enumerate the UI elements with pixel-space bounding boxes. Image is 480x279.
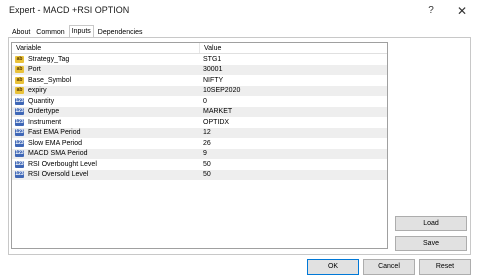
value-cell[interactable]: OPTIDX — [199, 119, 387, 126]
variable-name: Fast EMA Period — [28, 129, 81, 137]
cancel-button[interactable]: Cancel — [363, 259, 415, 275]
variable-name: Strategy_Tag — [28, 55, 70, 63]
numeric-type-icon: 123 — [15, 139, 24, 147]
variable-name: Port — [28, 66, 41, 74]
variable-name: expiry — [28, 87, 47, 95]
table-row[interactable]: 123 Slow EMA Period 26 — [12, 138, 387, 149]
table-row[interactable]: ab Port 30001 — [12, 64, 387, 75]
string-type-icon: ab — [15, 76, 24, 84]
numeric-type-icon: 123 — [15, 160, 24, 168]
numeric-type-icon: 123 — [15, 97, 24, 105]
numeric-type-icon: 123 — [15, 129, 24, 137]
column-header-variable[interactable]: Variable — [12, 43, 199, 53]
variable-cell: ab Base_Symbol — [12, 76, 199, 84]
variable-cell: ab expiry — [12, 87, 199, 95]
table-row[interactable]: 123 RSI Overbought Level 50 — [12, 159, 387, 170]
variable-name: MACD SMA Period — [28, 150, 88, 158]
numeric-type-icon: 123 — [15, 171, 24, 179]
grid-header: Variable Value — [12, 43, 387, 54]
inputs-grid: Variable Value ab Strategy_Tag STG1 ab Port 3… — [11, 42, 388, 249]
variable-cell: ab Strategy_Tag — [12, 55, 199, 63]
value-cell[interactable]: NIFTY — [199, 77, 387, 84]
value-cell[interactable]: 30001 — [199, 66, 387, 73]
variable-cell: 123 Slow EMA Period — [12, 139, 199, 147]
ok-button[interactable]: OK — [307, 259, 359, 275]
value-cell[interactable]: MARKET — [199, 108, 387, 115]
string-type-icon: ab — [15, 87, 24, 95]
variable-name: RSI Oversold Level — [28, 171, 89, 179]
table-row[interactable]: ab Strategy_Tag STG1 — [12, 54, 387, 65]
string-type-icon: ab — [15, 55, 24, 63]
table-row[interactable]: 123 RSI Oversold Level 50 — [12, 169, 387, 180]
table-row[interactable]: 123 Fast EMA Period 12 — [12, 127, 387, 138]
variable-name: Slow EMA Period — [28, 139, 83, 147]
value-cell[interactable]: 50 — [199, 161, 387, 168]
load-button[interactable]: Load — [395, 216, 467, 231]
close-button[interactable]: ✕ — [446, 0, 478, 22]
table-row[interactable]: 123 MACD SMA Period 9 — [12, 148, 387, 159]
save-button[interactable]: Save — [395, 236, 467, 251]
variable-name: Ordertype — [28, 108, 60, 116]
variable-cell: 123 Quantity — [12, 97, 199, 105]
table-row[interactable]: 123 Ordertype MARKET — [12, 106, 387, 117]
variable-name: Base_Symbol — [28, 76, 72, 84]
variable-cell: 123 MACD SMA Period — [12, 150, 199, 158]
numeric-type-icon: 123 — [15, 118, 24, 126]
grid-rows: ab Strategy_Tag STG1 ab Port 30001 ab Base_Symb… — [12, 54, 387, 180]
table-row[interactable]: ab expiry 10SEP2020 — [12, 85, 387, 96]
value-cell[interactable]: 10SEP2020 — [199, 87, 387, 94]
variable-cell: 123 RSI Oversold Level — [12, 171, 199, 179]
reset-button[interactable]: Reset — [419, 259, 471, 275]
value-cell[interactable]: 26 — [199, 140, 387, 147]
variable-name: Quantity — [28, 97, 55, 105]
variable-cell: 123 Instrument — [12, 118, 199, 126]
value-cell[interactable]: 50 — [199, 171, 387, 178]
table-row[interactable]: 123 Instrument OPTIDX — [12, 117, 387, 128]
title-bar: Expert - MACD +RSI OPTION ? ✕ — [0, 0, 480, 22]
column-header-value[interactable]: Value — [199, 43, 387, 53]
table-row[interactable]: ab Base_Symbol NIFTY — [12, 75, 387, 86]
numeric-type-icon: 123 — [15, 150, 24, 158]
variable-name: RSI Overbought Level — [28, 160, 97, 168]
variable-name: Instrument — [28, 118, 62, 126]
value-cell[interactable]: STG1 — [199, 56, 387, 63]
value-cell[interactable]: 0 — [199, 98, 387, 105]
variable-cell: 123 Fast EMA Period — [12, 129, 199, 137]
value-cell[interactable]: 12 — [199, 129, 387, 136]
value-cell[interactable]: 9 — [199, 150, 387, 157]
variable-cell: ab Port — [12, 66, 199, 74]
string-type-icon: ab — [15, 66, 24, 74]
numeric-type-icon: 123 — [15, 108, 24, 116]
table-row[interactable]: 123 Quantity 0 — [12, 96, 387, 107]
window-title: Expert - MACD +RSI OPTION — [9, 5, 130, 15]
help-button[interactable]: ? — [418, 0, 444, 22]
variable-cell: 123 Ordertype — [12, 108, 199, 116]
variable-cell: 123 RSI Overbought Level — [12, 160, 199, 168]
